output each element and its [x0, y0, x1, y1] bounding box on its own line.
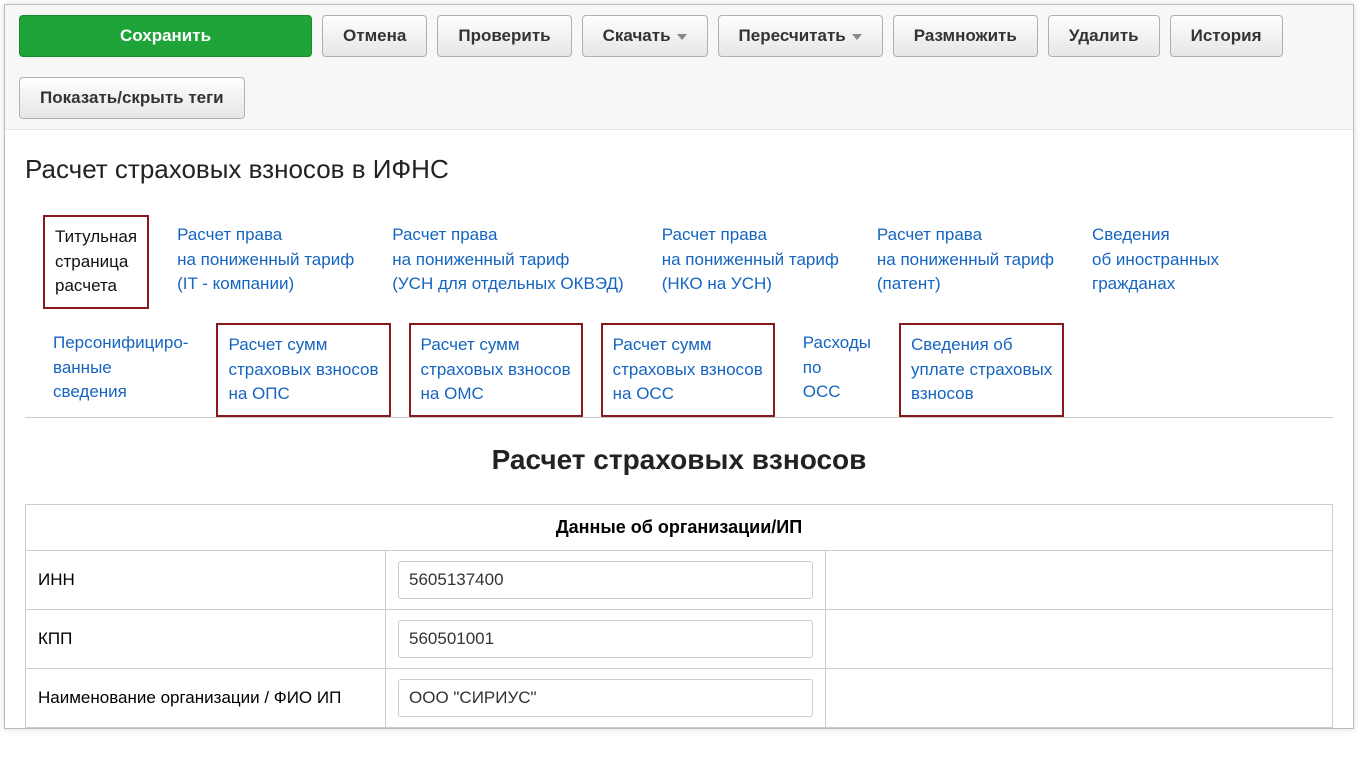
- org-data-table: Данные об организации/ИП ИНН КПП Наимено…: [25, 504, 1333, 728]
- label-kpp: КПП: [26, 609, 386, 668]
- download-label: Скачать: [603, 26, 671, 45]
- tab-usn-okved[interactable]: Расчет правана пониженный тариф(УСН для …: [382, 215, 634, 309]
- tab-oss[interactable]: Расчет суммстраховых взносовна ОСС: [601, 323, 775, 417]
- history-button[interactable]: История: [1170, 15, 1283, 57]
- table-row: ИНН: [26, 550, 1333, 609]
- multiply-button[interactable]: Размножить: [893, 15, 1038, 57]
- tab-it-companies[interactable]: Расчет правана пониженный тариф(IT - ком…: [167, 215, 364, 309]
- input-inn[interactable]: [398, 561, 813, 599]
- toolbar: Сохранить Отмена Проверить Скачать Перес…: [5, 5, 1353, 130]
- tab-personified[interactable]: Персонифициро-ванныесведения: [43, 323, 198, 417]
- cancel-button[interactable]: Отмена: [322, 15, 427, 57]
- download-button[interactable]: Скачать: [582, 15, 708, 57]
- tab-nko-usn[interactable]: Расчет правана пониженный тариф(НКО на У…: [652, 215, 849, 309]
- tabs-row-2: Персонифициро-ванныесведения Расчет сумм…: [25, 323, 1333, 418]
- tab-payment-info[interactable]: Сведения обуплате страховыхвзносов: [899, 323, 1064, 417]
- tab-ops[interactable]: Расчет суммстраховых взносовна ОПС: [216, 323, 390, 417]
- save-button[interactable]: Сохранить: [19, 15, 312, 57]
- tab-oss-expenses[interactable]: РасходыпоОСС: [793, 323, 881, 417]
- page-title: Расчет страховых взносов в ИФНС: [25, 154, 1333, 185]
- tab-foreign-citizens[interactable]: Сведенияоб иностранныхгражданах: [1082, 215, 1229, 309]
- tab-oms[interactable]: Расчет суммстраховых взносовна ОМС: [409, 323, 583, 417]
- table-header: Данные об организации/ИП: [26, 504, 1333, 550]
- tab-patent[interactable]: Расчет правана пониженный тариф(патент): [867, 215, 1064, 309]
- toggle-tags-button[interactable]: Показать/скрыть теги: [19, 77, 245, 119]
- label-org-name: Наименование организации / ФИО ИП: [26, 668, 386, 727]
- chevron-down-icon: [677, 34, 687, 40]
- table-row: КПП: [26, 609, 1333, 668]
- section-title: Расчет страховых взносов: [25, 444, 1333, 476]
- input-org-name[interactable]: [398, 679, 813, 717]
- label-inn: ИНН: [26, 550, 386, 609]
- tabs-row-1: Титульнаястраницарасчета Расчет правана …: [25, 215, 1333, 309]
- recalculate-button[interactable]: Пересчитать: [718, 15, 883, 57]
- input-kpp[interactable]: [398, 620, 813, 658]
- delete-button[interactable]: Удалить: [1048, 15, 1160, 57]
- tab-title-page[interactable]: Титульнаястраницарасчета: [43, 215, 149, 309]
- check-button[interactable]: Проверить: [437, 15, 571, 57]
- chevron-down-icon: [852, 34, 862, 40]
- table-row: Наименование организации / ФИО ИП: [26, 668, 1333, 727]
- recalculate-label: Пересчитать: [739, 26, 846, 45]
